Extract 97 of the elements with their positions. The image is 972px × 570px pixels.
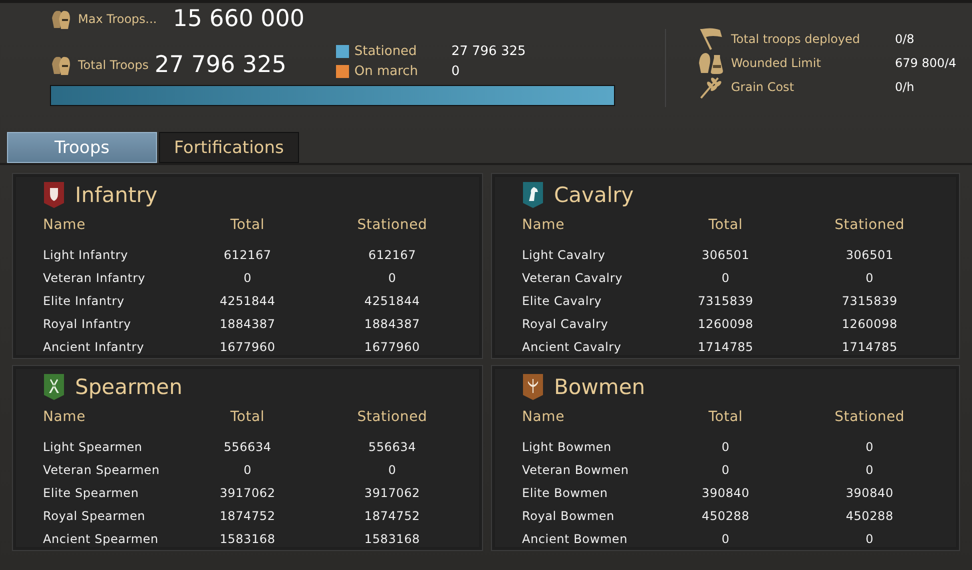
table-cell-text: 7315839 [840,294,898,308]
stat-label: Wounded Limit [731,56,822,70]
table-cell-text: 1884387 [218,316,276,330]
table-cell-text: 1884387 [363,316,421,330]
table-cell-text: Light Bowmen [522,440,612,454]
table-cell-text: 1714785 [840,340,898,354]
table-cell-text: 390840 [700,486,750,500]
table-cell-text: 3917062 [363,486,421,500]
table-cell-text: Royal Infantry [43,316,132,330]
column-header: Stationed [834,217,906,233]
max-troops-value: 15 660 000 [172,6,305,32]
table-cell-text: Ancient Spearmen [43,532,160,546]
table-cell-text: Ancient Infantry [43,340,146,354]
panel-title: Cavalry [554,183,634,207]
tab[interactable]: Troops [7,132,157,163]
legend-label: Stationed [354,44,418,59]
table-cell-text: 1583168 [363,532,421,546]
table-cell-text: Elite Cavalry [522,294,603,308]
table-cell-text: 0 [720,270,731,284]
table-cell-text: Elite Infantry [43,294,126,308]
column-header: Stationed [356,217,428,233]
stat-value: 0/h [895,80,914,94]
table-cell-text: 0 [864,440,875,454]
table-cell-text: 1583168 [218,532,276,546]
table-cell-text: 0 [864,462,875,476]
table-cell-text: 1260098 [696,316,754,330]
total-troops-label: Total Troops [78,58,149,72]
stat-label: Total troops deployed [731,32,861,46]
table-cell-text: 1260098 [840,316,898,330]
column-header: Name [43,409,87,425]
table-cell-text: 612167 [222,248,272,262]
legend-value: 0 [451,64,460,79]
stat-value: 0/8 [895,32,914,46]
table-cell-text: Veteran Bowmen [522,462,630,476]
table-cell-text: 0 [387,270,398,284]
panel-title: Infantry [75,183,158,207]
total-troops-value: 27 796 325 [154,52,286,78]
table-cell-text: 1677960 [363,340,421,354]
legend-value: 27 796 325 [451,44,526,59]
stat-value: 679 800/4 [895,56,956,70]
table-cell-text: 4251844 [218,294,276,308]
column-header: Stationed [834,409,906,425]
table-cell-text: 306501 [844,248,894,262]
column-header: Stationed [356,409,428,425]
stat-label: Grain Cost [731,80,796,94]
table-cell-text: Veteran Infantry [43,270,146,284]
table-cell-text: 306501 [700,248,750,262]
column-header: Total [708,409,744,425]
panel-title: Spearmen [75,375,182,399]
table-cell-text: 3917062 [218,486,276,500]
grain-icon [698,75,724,99]
table-cell-text: Light Cavalry [522,248,606,262]
table-cell-text: 450288 [844,508,894,522]
table-cell-text: Veteran Spearmen [43,462,161,476]
column-header: Name [522,217,566,233]
table-cell-text: Elite Bowmen [522,486,609,500]
table-cell-text: 1677960 [218,340,276,354]
table-cell-text: Veteran Cavalry [522,270,624,284]
max-troops-label: Max Troops... [78,12,157,26]
table-cell-text: 1874752 [363,508,421,522]
helmet-potion-icon [698,51,724,75]
table-cell-text: 4251844 [363,294,421,308]
table-cell-text: 0 [864,270,875,284]
table-cell-text: Royal Cavalry [522,316,610,330]
table-cell-text: Light Infantry [43,248,130,262]
table-cell-text: 612167 [367,248,417,262]
table-cell-text: Royal Bowmen [522,508,616,522]
table-cell-text: 390840 [844,486,894,500]
table-cell-text: Light Spearmen [43,440,144,454]
legend-label: On march [354,64,420,79]
panel-title: Bowmen [554,375,646,399]
tab[interactable]: Fortifications [159,132,299,163]
table-cell-text: Ancient Cavalry [522,340,622,354]
helmet-icon [50,54,72,76]
table-cell-text: 0 [387,462,398,476]
table-cell-text: 1874752 [218,508,276,522]
table-cell-text: 1714785 [696,340,754,354]
column-header: Total [229,409,266,425]
table-cell-text: Ancient Bowmen [522,532,629,546]
table-cell-text: 7315839 [696,294,754,308]
column-header: Total [229,217,266,233]
table-cell-text: Royal Spearmen [43,508,146,522]
table-cell-text: 0 [242,270,252,284]
column-header: Name [43,217,87,233]
helmet-icon [50,8,72,30]
table-cell-text: 0 [720,462,731,476]
table-cell-text: 0 [242,462,252,476]
table-cell-text: Elite Spearmen [43,486,140,500]
table-cell-text: 450288 [700,508,750,522]
flag-icon [698,27,724,51]
table-cell-text: 0 [720,440,731,454]
table-cell-text: 556634 [222,440,272,454]
column-header: Total [708,217,744,233]
table-cell-text: 556634 [367,440,417,454]
table-cell-text: 0 [864,532,875,546]
column-header: Name [522,409,566,425]
table-cell-text: 0 [720,532,731,546]
